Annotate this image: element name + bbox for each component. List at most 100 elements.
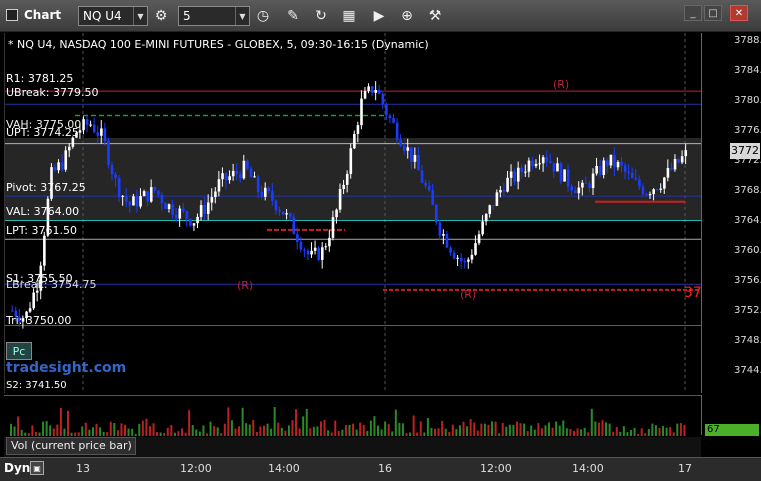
volume-bar [20,429,23,436]
volume-indicator-label[interactable]: Vol (current price bar) [6,437,136,455]
pencil-icon[interactable]: ✎ [284,7,302,25]
volume-bar [647,429,650,436]
volume-bar [366,430,369,436]
candle-body [399,139,402,146]
candle-body [509,171,513,178]
tools-icon[interactable]: ⚒ [426,7,444,25]
candle-body [459,257,463,262]
candle-body [360,98,363,126]
candle-body [199,205,203,217]
clock-icon[interactable]: ◷ [254,7,272,25]
volume-bar [352,423,355,436]
candle-body [228,176,231,181]
minimize-button[interactable]: _ [684,5,702,21]
candle-body [306,250,310,255]
close-button[interactable]: ✕ [730,5,748,21]
interval-combo[interactable]: 5 ▼ [178,6,250,26]
volume-bar [202,425,205,436]
refresh-icon[interactable]: ↻ [312,7,330,25]
candle-body [349,148,353,174]
volume-bar [127,428,130,436]
volume-bar [166,427,169,436]
volume-bar [241,407,244,436]
candle-body [192,223,196,226]
pc-button[interactable]: Pc [6,342,32,360]
candle-body [438,222,442,236]
candle-body [410,147,413,162]
volume-bar [177,431,180,436]
add-icon[interactable]: ⊕ [398,7,416,25]
volume-bar [576,428,579,436]
volume-bar [106,432,109,436]
volume-bar [270,428,273,436]
price-chart-svg [5,33,701,393]
volume-bar [67,410,70,436]
volume-bar [662,426,665,436]
volume-bar [537,423,540,436]
volume-bar [629,429,632,436]
bar-type-icon[interactable]: ▦ [340,7,358,25]
volume-bar [384,421,387,436]
volume-bar [487,424,490,436]
volume-bar [24,432,27,436]
volume-bar [505,426,508,436]
candle-body [182,208,185,211]
maximize-button[interactable]: □ [704,5,722,21]
price-plot[interactable] [4,33,701,393]
volume-bar [473,422,476,436]
candle-body [149,187,153,202]
volume-bar [526,431,529,436]
candle-body [157,190,160,195]
volume-bar [448,431,451,436]
gear-icon[interactable]: ⚙ [152,7,170,25]
dyn-settings-icon[interactable]: ▣ [30,461,44,475]
candle-body [210,197,214,203]
price-tick-label: 3780.00 [734,94,761,106]
volume-bar [220,433,223,436]
volume-bar [309,428,312,436]
play-icon[interactable]: ▶ [370,7,388,25]
candle-body [431,190,435,205]
volume-bar [558,425,561,436]
volume-bar [95,423,98,436]
volume-bar [491,421,494,436]
volume-bar [665,427,668,436]
current-price-badge: 3772.75 [730,143,761,159]
candle-body [196,216,199,224]
candle-body [189,218,192,226]
volume-pane[interactable] [4,395,701,436]
volume-bar [437,428,440,436]
price-axis[interactable]: 3788.003784.003780.003776.003772.003768.… [701,33,761,393]
price-tick-label: 3756.00 [734,274,761,286]
candle-body [110,165,114,175]
symbol-combo[interactable]: NQ U4 ▼ [78,6,148,26]
candle-body [645,194,648,196]
volume-bar [523,423,526,436]
candle-body [278,210,281,212]
candle-body [53,167,57,171]
candle-body [595,165,598,174]
candle-body [28,308,32,312]
volume-bar [45,421,48,436]
volume-bar [273,407,276,436]
volume-bar [359,422,362,436]
chevron-down-icon[interactable]: ▼ [235,7,249,25]
volume-bar [209,421,212,436]
candle-body [214,191,217,198]
candle-body [160,194,164,204]
volume-bar [540,428,543,436]
volume-bar [451,424,454,436]
price-tick-label: 3784.00 [734,64,761,76]
volume-bar [462,421,465,436]
volume-bar [590,408,593,436]
volume-bar [170,425,173,436]
candle-body [32,292,35,309]
volume-bar [626,432,629,436]
volume-bar [544,425,547,436]
volume-bar [512,424,515,436]
chevron-down-icon[interactable]: ▼ [133,7,147,25]
dyn-label: Dyn [4,461,31,475]
level-label-val: VAL: 3764.00 [6,205,80,218]
candle-body [299,241,303,250]
volume-bar [284,430,287,436]
